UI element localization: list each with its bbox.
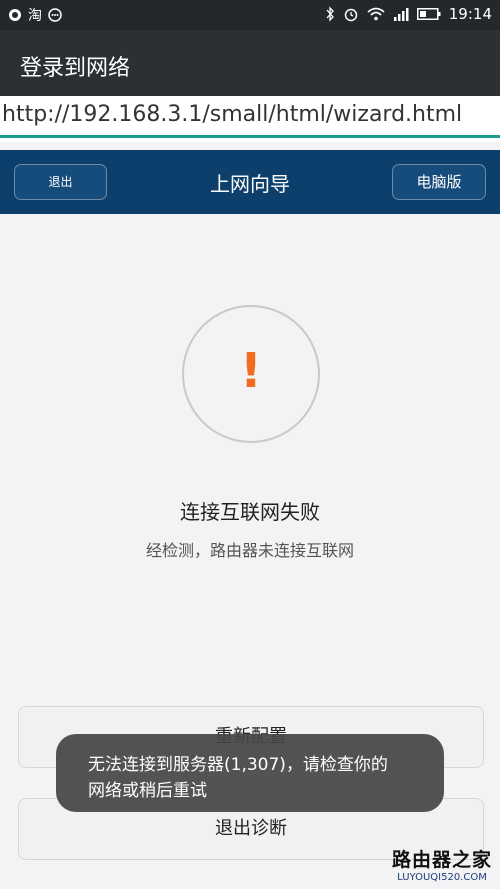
url-progress-line	[0, 135, 500, 138]
tencent-icon	[9, 9, 21, 21]
exclamation-glyph: !	[240, 343, 262, 399]
alarm-icon	[344, 8, 358, 22]
chat-icon	[48, 8, 62, 22]
toast-line-1: 无法连接到服务器(1,307)，请检查你的	[88, 755, 388, 775]
fail-description: 经检测，路由器未连接互联网	[145, 541, 354, 560]
taobao-icon: 淘	[28, 8, 42, 24]
status-bar: 淘 19:14	[0, 0, 500, 30]
watermark-brand: 路由器之家	[391, 849, 492, 871]
exclamation-icon: !	[182, 305, 320, 443]
status-right: 19:14	[325, 5, 492, 23]
bluetooth-icon	[326, 6, 334, 22]
app-bar: 登录到网络	[0, 30, 500, 96]
fail-title: 连接互联网失败	[180, 500, 320, 524]
status-time: 19:14	[448, 5, 492, 23]
pc-version-button[interactable]: 电脑版	[392, 164, 486, 200]
watermark-site: LUYOUQI520.COM	[397, 872, 487, 883]
battery-icon	[416, 8, 441, 20]
status-left: 淘	[8, 5, 62, 25]
signal-icon	[393, 8, 409, 21]
error-toast: 无法连接到服务器(1,307)，请检查你的 网络或稍后重试	[56, 734, 444, 812]
app-bar-title: 登录到网络	[20, 56, 131, 81]
toast-line-2: 网络或稍后重试	[88, 781, 207, 801]
watermark: 路由器之家 LUYOUQI520.COM	[392, 845, 492, 883]
url-text: http://192.168.3.1/small/html/wizard.htm…	[2, 102, 463, 127]
wizard-header: 退出 上网向导 电脑版	[0, 150, 500, 214]
url-bar[interactable]: http://192.168.3.1/small/html/wizard.htm…	[0, 96, 500, 142]
wifi-icon	[367, 7, 385, 21]
